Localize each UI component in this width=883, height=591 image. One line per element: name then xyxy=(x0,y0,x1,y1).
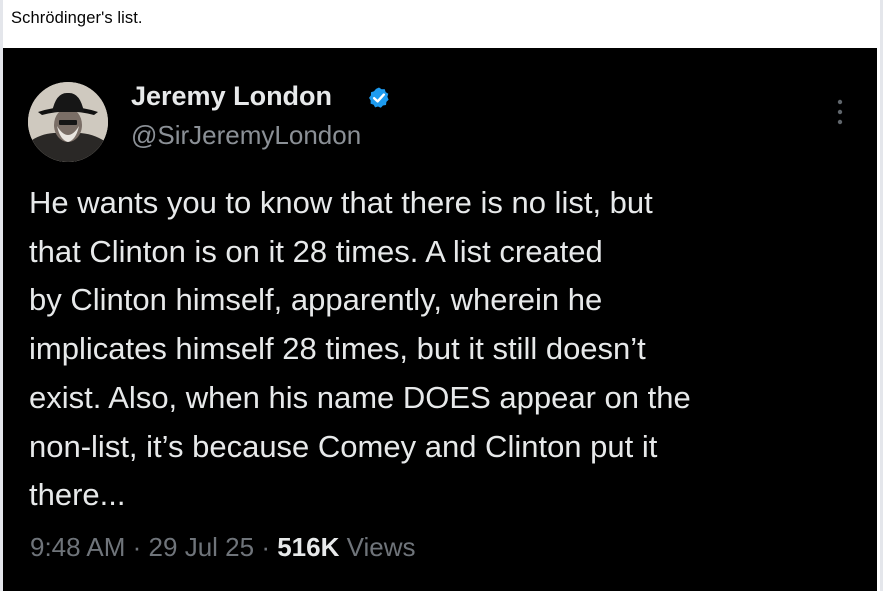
views-count: 516K xyxy=(277,532,340,562)
tweet-body: He wants you to know that there is no li… xyxy=(29,179,859,520)
tweet-body-line: that Clinton is on it 28 times. A list c… xyxy=(29,233,603,269)
post-caption: Schrödinger's list. xyxy=(11,9,143,27)
tweet-body-line: He wants you to know that there is no li… xyxy=(29,185,653,220)
tweet-time[interactable]: 9:48 AM xyxy=(30,532,125,562)
views-label: Views xyxy=(346,532,416,562)
author-name[interactable]: Jeremy London xyxy=(131,81,332,112)
avatar-portrait-icon xyxy=(28,82,108,162)
tweet-screenshot: Jeremy London @SirJeremyLondon He wants … xyxy=(3,48,877,591)
meta-separator: · xyxy=(261,532,270,562)
tweet-body-line: implicates himself 28 times, but it stil… xyxy=(29,331,646,367)
meta-separator: · xyxy=(132,532,142,562)
tweet-date[interactable]: 29 Jul 25 xyxy=(149,532,255,562)
tweet-body-line: exist. Also, when his name DOES appear o… xyxy=(29,379,691,415)
avatar[interactable] xyxy=(28,82,108,162)
more-options-icon[interactable] xyxy=(833,96,847,128)
tweet-meta: 9:48 AM · 29 Jul 25 · 516K Views xyxy=(30,532,416,563)
tweet-body-line: non-list, it’s because Comey and Clinton… xyxy=(29,428,658,464)
tweet-body-line: by Clinton himself, apparently, wherein … xyxy=(29,282,603,318)
verified-badge-icon xyxy=(369,87,389,108)
tweet-body-line: there... xyxy=(29,477,126,513)
author-handle[interactable]: @SirJeremyLondon xyxy=(131,120,361,151)
